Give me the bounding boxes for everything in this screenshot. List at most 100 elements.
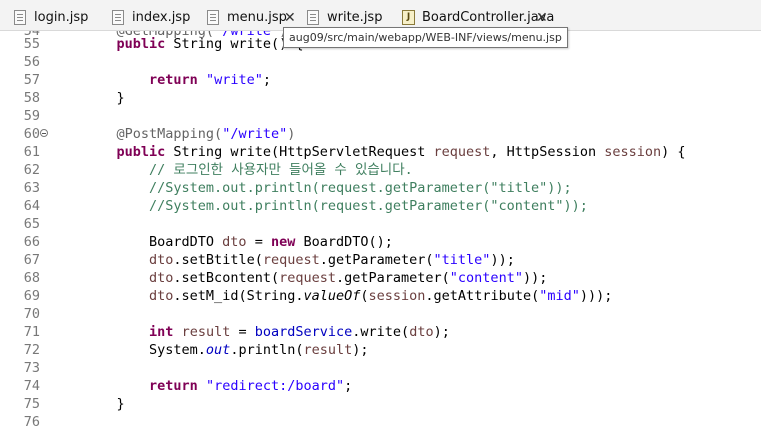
line-number: 62 <box>23 162 40 178</box>
code-token: ) { <box>661 144 686 160</box>
code-token: request <box>262 252 320 268</box>
fold-toggle-icon[interactable] <box>40 129 48 137</box>
close-tab-icon[interactable]: ✕ <box>284 7 296 29</box>
code-line: 69 dto.setM_id(String.valueOf(session.ge… <box>0 287 761 305</box>
code-token: .getAttribute( <box>425 288 540 304</box>
code-line: 63 //System.out.println(request.getParam… <box>0 179 761 197</box>
code-text: int result = boardService.write(dto); <box>84 323 450 341</box>
code-line: 68 dto.setBcontent(request.getParameter(… <box>0 269 761 287</box>
line-number: 67 <box>23 252 40 268</box>
line-number: 65 <box>23 216 40 232</box>
code-token: new <box>270 234 296 250</box>
code-token: // 로그인한 사용자만 들어올 수 있습니다. <box>149 162 413 178</box>
tab-label: write.jsp <box>327 10 383 25</box>
code-text: System.out.println(result); <box>84 341 369 359</box>
code-token: "/write" <box>222 126 288 142</box>
code-token: } <box>84 396 125 412</box>
code-text: return "redirect:/board"; <box>84 377 352 395</box>
code-token: session <box>604 144 662 160</box>
line-number: 68 <box>23 270 40 286</box>
code-text: } <box>84 89 125 107</box>
line-number: 58 <box>23 90 40 106</box>
code-token: ); <box>352 342 369 358</box>
code-line: 64 //System.out.println(request.getParam… <box>0 197 761 215</box>
code-line: 75 } <box>0 395 761 413</box>
line-number: 60 <box>23 126 40 142</box>
code-text: public String write(HttpServletRequest r… <box>84 143 686 161</box>
code-token: .write( <box>352 324 410 340</box>
line-number: 59 <box>23 108 40 124</box>
code-line: 76 <box>0 413 761 429</box>
line-number: 75 <box>23 396 40 412</box>
code-line: 57 return "write"; <box>0 71 761 89</box>
tab-label: index.jsp <box>132 10 191 25</box>
code-token: return <box>149 72 198 88</box>
code-text: } <box>84 395 125 413</box>
code-token: )); <box>522 270 548 286</box>
line-number: 61 <box>23 144 40 160</box>
code-token: } <box>84 90 125 106</box>
code-token: = <box>246 234 271 250</box>
code-token: session <box>368 288 426 304</box>
code-text: return "write"; <box>84 71 271 89</box>
code-token: "redirect:/board" <box>205 378 345 394</box>
code-line: 70 <box>0 305 761 323</box>
tab-label: BoardController.java <box>422 10 555 25</box>
jsp-file-icon <box>207 10 219 25</box>
line-number: 71 <box>23 324 40 340</box>
line-number: 69 <box>23 288 40 304</box>
code-token: request <box>433 144 491 160</box>
code-line: 71 int result = boardService.write(dto); <box>0 323 761 341</box>
code-line: 62 // 로그인한 사용자만 들어올 수 있습니다. <box>0 161 761 179</box>
code-token: BoardDTO(); <box>295 234 393 250</box>
code-text: dto.setBcontent(request.getParameter("co… <box>84 269 547 287</box>
file-path-tooltip: aug09/src/main/webapp/WEB-INF/views/menu… <box>283 27 568 48</box>
code-line: 73 <box>0 359 761 377</box>
code-token: = <box>230 324 255 340</box>
code-token: ( <box>360 288 369 304</box>
code-token: String write(HttpServletRequest <box>165 144 434 160</box>
code-token: ); <box>433 324 450 340</box>
code-token: result <box>181 324 231 340</box>
code-token: dto <box>149 270 174 286</box>
code-line: 56 <box>0 53 761 71</box>
code-text: BoardDTO dto = new BoardDTO(); <box>84 233 393 251</box>
code-editor[interactable]: 54 @GetMapping("/write")55 public String… <box>0 31 761 429</box>
tab-login-jsp[interactable]: login.jsp <box>14 7 94 29</box>
close-tab-icon[interactable]: ✕ <box>536 7 548 29</box>
tab-index-jsp[interactable]: index.jsp <box>112 7 194 29</box>
code-token: int <box>149 324 174 340</box>
code-token: dto <box>149 288 174 304</box>
code-token: return <box>149 378 198 394</box>
code-token: public <box>116 36 166 52</box>
line-number: 63 <box>23 180 40 196</box>
code-token: valueOf <box>303 288 361 304</box>
code-token: .getParameter( <box>319 252 434 268</box>
tab-write-jsp[interactable]: write.jsp <box>307 7 387 29</box>
java-file-icon: J <box>402 10 415 25</box>
code-token: dto <box>409 324 434 340</box>
code-token: .setBtitle( <box>173 252 263 268</box>
code-text: @PostMapping("/write") <box>84 125 296 143</box>
jsp-file-icon <box>307 10 319 25</box>
code-token: dto <box>222 234 247 250</box>
line-number: 66 <box>23 234 40 250</box>
code-line: 59 <box>0 107 761 125</box>
code-token: "content" <box>449 270 523 286</box>
code-token: ))); <box>579 288 613 304</box>
jsp-file-icon <box>14 10 26 25</box>
code-line: 74 return "redirect:/board"; <box>0 377 761 395</box>
code-token: //System.out.println(request.getParamete… <box>149 180 572 196</box>
code-token: ; <box>262 72 271 88</box>
tab-menu-jsp[interactable]: menu.jsp ✕ <box>207 7 302 29</box>
tab-boardcontroller-java[interactable]: J BoardController.java ✕ <box>402 7 557 29</box>
code-token: result <box>303 342 353 358</box>
